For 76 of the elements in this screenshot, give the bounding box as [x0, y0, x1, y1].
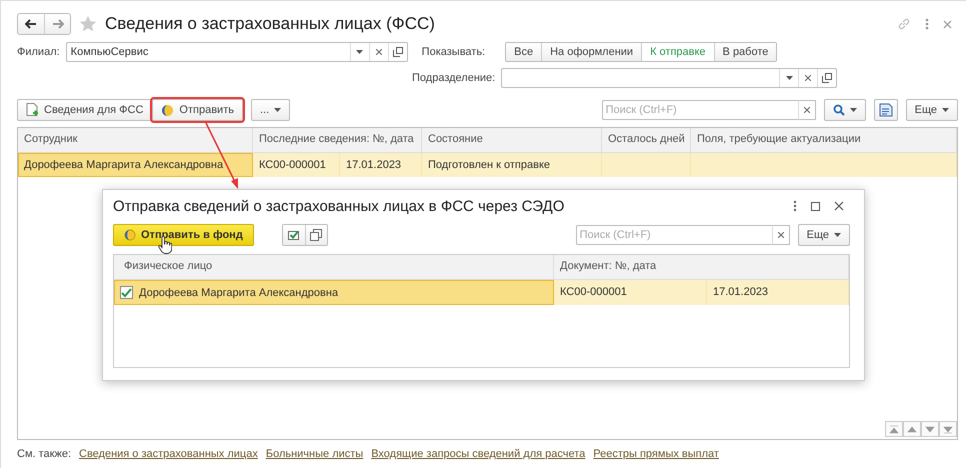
globe-icon	[161, 104, 174, 116]
star-icon[interactable]	[79, 15, 97, 33]
fss-info-button[interactable]: Сведения для ФСС	[17, 99, 152, 121]
filter-tab[interactable]: На оформлении	[541, 43, 642, 61]
triangle-icon	[943, 424, 953, 434]
related-link[interactable]: Входящие запросы сведений для расчета	[371, 448, 586, 460]
caret-icon	[274, 108, 282, 112]
table-cell: КС00-000001	[253, 153, 340, 177]
branch-field[interactable]: КомпьюСервис	[66, 42, 408, 62]
close-icon[interactable]	[834, 201, 844, 211]
send-button[interactable]: Отправить	[152, 99, 243, 121]
table-cell: Дорофеева Маргарита Александровна	[18, 153, 253, 177]
table-row[interactable]: Дорофеева Маргарита Александровна КС00-000001 17.01.2023	[114, 280, 849, 305]
table-cell: Подготовлен к отправке	[422, 153, 602, 177]
column-header[interactable]: Документ: №, дата	[554, 255, 849, 279]
department-label: Подразделение:	[412, 72, 496, 84]
filter-tab[interactable]: В работе	[714, 43, 776, 61]
related-link[interactable]: Реестры прямых выплат	[593, 448, 719, 460]
globe-icon	[124, 229, 136, 241]
table-cell: 17.01.2023	[707, 280, 849, 305]
open-icon[interactable]	[392, 47, 403, 57]
scroll-button[interactable]	[939, 421, 957, 437]
uncheck-all-button[interactable]	[304, 225, 327, 245]
filter-tab[interactable]: Все	[506, 43, 542, 61]
copy-icon	[310, 229, 322, 241]
clear-icon[interactable]	[778, 232, 784, 238]
document-icon	[878, 103, 893, 117]
table-cell: КС00-000001	[554, 280, 707, 305]
more-actions-button[interactable]: ...	[250, 99, 290, 121]
show-label: Показывать:	[422, 46, 486, 58]
column-header[interactable]: Состояние	[422, 128, 602, 152]
checkbox[interactable]	[120, 286, 133, 299]
column-header[interactable]: Физическое лицо	[114, 255, 554, 279]
caret-icon	[356, 50, 364, 54]
document-add-icon	[26, 103, 39, 117]
clear-icon[interactable]	[376, 49, 382, 55]
caret-icon	[850, 108, 857, 112]
caret-icon	[786, 76, 793, 80]
forward-arrow-icon	[52, 19, 64, 29]
department-field[interactable]	[501, 68, 838, 88]
scroll-button[interactable]	[885, 421, 903, 437]
column-header[interactable]: Сотрудник	[18, 128, 253, 152]
see-also-label: См. также:	[17, 448, 71, 460]
triangle-icon	[889, 424, 899, 434]
search-button[interactable]	[824, 99, 866, 121]
table-cell: Дорофеева Маргарита Александровна	[139, 286, 338, 298]
more-icon[interactable]	[925, 18, 929, 30]
related-link[interactable]: Сведения о застрахованных лицах	[79, 448, 258, 460]
clear-icon[interactable]	[804, 107, 810, 113]
more-icon[interactable]	[793, 200, 797, 212]
checklist-icon	[287, 229, 300, 241]
dialog-title: Отправка сведений о застрахованных лицах в ФСС через СЭДО	[113, 198, 566, 214]
maximize-icon[interactable]	[811, 202, 820, 210]
send-to-fund-button[interactable]: Отправить в фонд	[113, 224, 254, 246]
table-cell: 17.01.2023	[340, 153, 422, 177]
related-link[interactable]: Больничные листы	[266, 448, 364, 460]
back-arrow-icon	[25, 19, 37, 29]
scroll-button[interactable]	[921, 421, 939, 437]
column-header[interactable]: Поля, требующие актуализации	[691, 128, 957, 152]
column-header[interactable]: Последние сведения: №, дата	[253, 128, 422, 152]
caret-icon	[834, 233, 841, 237]
scroll-button[interactable]	[903, 421, 921, 437]
open-icon[interactable]	[822, 73, 832, 83]
window-title: Сведения о застрахованных лицах (ФСС)	[105, 14, 436, 34]
clear-icon[interactable]	[805, 75, 812, 81]
search-icon	[832, 104, 845, 116]
branch-label: Филиал:	[17, 46, 60, 58]
more-button[interactable]: Еще	[798, 224, 850, 246]
caret-icon	[942, 108, 949, 112]
report-button[interactable]	[874, 99, 898, 121]
search-field[interactable]: Поиск (Ctrl+F)	[576, 225, 772, 245]
more-button[interactable]: Еще	[906, 99, 958, 121]
column-header[interactable]: Осталось дней	[602, 128, 691, 152]
search-field[interactable]: Поиск (Ctrl+F)	[602, 100, 798, 120]
table-row[interactable]: Дорофеева Маргарита Александровна КС00-000001 17.01.2023 Подготовлен к отправке	[18, 153, 957, 177]
check-all-button[interactable]	[282, 225, 305, 245]
